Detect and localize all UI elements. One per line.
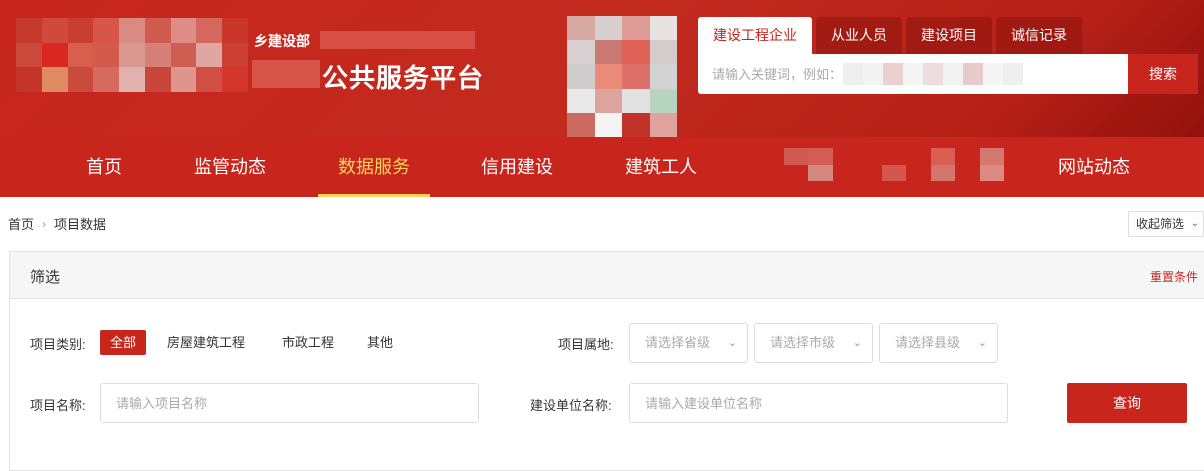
reset-filters-link[interactable]: 重置条件 xyxy=(1150,268,1198,285)
breadcrumb: 首页 › 项目数据 xyxy=(8,214,106,233)
builder-name-input[interactable] xyxy=(629,383,1008,423)
filter-panel-header: 筛选 重置条件 xyxy=(10,252,1204,299)
search-tabs: 建设工程企业 从业人员 建设项目 诚信记录 xyxy=(698,17,1082,54)
type-option-other[interactable]: 其他 xyxy=(357,330,403,355)
breadcrumb-separator-icon: › xyxy=(42,216,47,231)
search-box: 搜索 xyxy=(698,54,1198,94)
tab-enterprise[interactable]: 建设工程企业 xyxy=(698,17,812,54)
breadcrumb-home[interactable]: 首页 xyxy=(8,214,34,233)
county-select-placeholder: 请选择县级 xyxy=(895,335,961,350)
builder-name-label: 建设单位名称: xyxy=(530,398,612,413)
chevron-down-icon: ⌄ xyxy=(727,337,737,349)
type-option-municipal[interactable]: 市政工程 xyxy=(272,330,344,355)
tab-projects[interactable]: 建设项目 xyxy=(906,17,992,54)
nav-supervision-news[interactable]: 监管动态 xyxy=(180,137,280,197)
collapse-filter-button[interactable]: 收起筛选 ⌄ xyxy=(1128,211,1204,237)
project-type-label: 项目类别: xyxy=(30,337,86,352)
nav-data-service[interactable]: 数据服务 xyxy=(318,137,430,197)
city-select[interactable]: 请选择市级 ⌄ xyxy=(754,323,873,363)
city-select-placeholder: 请选择市级 xyxy=(770,335,836,350)
blurred-nav-item xyxy=(784,148,1004,181)
query-button[interactable]: 查询 xyxy=(1067,383,1187,423)
province-select-placeholder: 请选择省级 xyxy=(645,335,711,350)
breadcrumb-current: 项目数据 xyxy=(54,217,107,232)
county-select[interactable]: 请选择县级 ⌄ xyxy=(879,323,998,363)
type-option-all[interactable]: 全部 xyxy=(100,330,147,355)
ministry-title: 乡建设部 xyxy=(254,33,310,49)
qr-mosaic xyxy=(567,16,677,137)
platform-title: 公共服务平台 xyxy=(322,63,485,93)
tab-credit-records[interactable]: 诚信记录 xyxy=(996,17,1082,54)
filter-panel: 筛选 重置条件 项目类别: 全部 房屋建筑工程 市政工程 其他 项目属地: 请选… xyxy=(9,251,1204,471)
nav-site-news[interactable]: 网站动态 xyxy=(1044,137,1144,197)
chevron-down-icon: ⌄ xyxy=(1190,218,1199,229)
search-button[interactable]: 搜索 xyxy=(1128,54,1198,94)
tab-practitioners[interactable]: 从业人员 xyxy=(816,17,902,54)
blurred-logo xyxy=(16,18,248,92)
province-select[interactable]: 请选择省级 ⌄ xyxy=(629,323,748,363)
collapse-filter-label: 收起筛选 xyxy=(1136,217,1185,231)
site-header: 乡建设部 公共服务平台 建设工程企业 从业人员 建设项目 诚信记录 搜索 xyxy=(0,0,1204,137)
blurred-title-segment xyxy=(252,60,320,88)
blurred-title-segment xyxy=(320,31,475,49)
nav-credit-building[interactable]: 信用建设 xyxy=(467,137,567,197)
logo-mosaic xyxy=(16,18,248,92)
nav-home[interactable]: 首页 xyxy=(68,137,140,197)
main-nav: 首页 监管动态 数据服务 信用建设 建筑工人 网站动态 xyxy=(0,137,1204,197)
filter-title: 筛选 xyxy=(30,269,61,286)
blurred-search-example xyxy=(843,63,1023,85)
type-option-building[interactable]: 房屋建筑工程 xyxy=(157,330,255,355)
chevron-down-icon: ⌄ xyxy=(977,337,987,349)
project-location-label: 项目属地: xyxy=(558,337,614,352)
project-name-label: 项目名称: xyxy=(30,398,86,413)
project-name-input[interactable] xyxy=(100,383,479,423)
blurred-qr-code xyxy=(567,16,677,137)
nav-construction-workers[interactable]: 建筑工人 xyxy=(611,137,711,197)
chevron-down-icon: ⌄ xyxy=(852,337,862,349)
